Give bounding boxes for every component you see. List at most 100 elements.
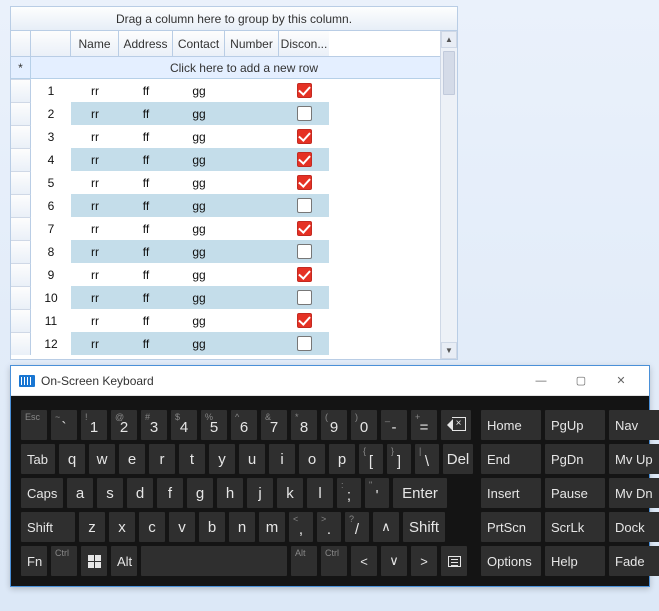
column-header-number[interactable]: Number (225, 31, 279, 56)
key-3[interactable]: #3 (141, 410, 167, 440)
address-cell[interactable]: ff (119, 171, 173, 194)
discon-checkbox[interactable] (297, 336, 312, 351)
address-cell[interactable]: ff (119, 217, 173, 240)
discon-checkbox[interactable] (297, 129, 312, 144)
address-cell[interactable]: ff (119, 194, 173, 217)
contact-cell[interactable]: gg (173, 309, 225, 332)
key-scrlk[interactable]: ScrLk (545, 512, 605, 542)
address-cell[interactable]: ff (119, 102, 173, 125)
osk-titlebar[interactable]: On-Screen Keyboard — ▢ ✕ (11, 366, 649, 396)
address-cell[interactable]: ff (119, 286, 173, 309)
key-pgdn[interactable]: PgDn (545, 444, 605, 474)
key-help[interactable]: Help (545, 546, 605, 576)
row-number-cell[interactable]: 6 (31, 194, 71, 217)
discon-cell[interactable] (279, 309, 329, 332)
number-cell[interactable] (225, 332, 279, 355)
row-number-cell[interactable]: 11 (31, 309, 71, 332)
key-esc[interactable]: Esc (21, 410, 47, 440)
key-4[interactable]: $4 (171, 410, 197, 440)
column-header-address[interactable]: Address (119, 31, 173, 56)
key-,[interactable]: <, (289, 512, 313, 542)
scroll-down-button[interactable]: ▼ (441, 342, 457, 359)
key-q[interactable]: q (59, 444, 85, 474)
key-`[interactable]: ~` (51, 410, 77, 440)
row-number-cell[interactable]: 10 (31, 286, 71, 309)
discon-checkbox[interactable] (297, 267, 312, 282)
table-row[interactable]: 8rrffgg (11, 240, 457, 263)
row-number-cell[interactable]: 8 (31, 240, 71, 263)
key-6[interactable]: ^6 (231, 410, 257, 440)
name-cell[interactable]: rr (71, 309, 119, 332)
column-header-discon[interactable]: Discon... (279, 31, 329, 56)
address-cell[interactable]: ff (119, 79, 173, 102)
key-m[interactable]: m (259, 512, 285, 542)
key-tab[interactable]: Tab (21, 444, 55, 474)
table-row[interactable]: 12rrffgg (11, 332, 457, 355)
table-row[interactable]: 2rrffgg (11, 102, 457, 125)
contact-cell[interactable]: gg (173, 217, 225, 240)
table-row[interactable]: 10rrffgg (11, 286, 457, 309)
key-end[interactable]: End (481, 444, 541, 474)
contact-cell[interactable]: gg (173, 125, 225, 148)
name-cell[interactable]: rr (71, 332, 119, 355)
name-cell[interactable]: rr (71, 286, 119, 309)
address-cell[interactable]: ff (119, 240, 173, 263)
contact-cell[interactable]: gg (173, 102, 225, 125)
key-c[interactable]: c (139, 512, 165, 542)
discon-cell[interactable] (279, 332, 329, 355)
key-\[interactable]: |\ (415, 444, 439, 474)
key-pgup[interactable]: PgUp (545, 410, 605, 440)
key-fn[interactable]: Fn (21, 546, 47, 576)
key-2[interactable]: @2 (111, 410, 137, 440)
key-enter[interactable]: Enter (393, 478, 447, 508)
key-p[interactable]: p (329, 444, 355, 474)
contact-cell[interactable]: gg (173, 286, 225, 309)
key-l[interactable]: l (307, 478, 333, 508)
discon-checkbox[interactable] (297, 83, 312, 98)
minimize-button[interactable]: — (521, 368, 561, 394)
key-alt-right[interactable]: Alt (291, 546, 317, 576)
contact-cell[interactable]: gg (173, 148, 225, 171)
discon-checkbox[interactable] (297, 313, 312, 328)
discon-cell[interactable] (279, 125, 329, 148)
contact-cell[interactable]: gg (173, 171, 225, 194)
row-number-cell[interactable]: 9 (31, 263, 71, 286)
key-win[interactable] (81, 546, 107, 576)
key-backspace[interactable] (441, 410, 471, 440)
key-5[interactable]: %5 (201, 410, 227, 440)
table-row[interactable]: 4rrffgg (11, 148, 457, 171)
key-ctrl-left[interactable]: Ctrl (51, 546, 77, 576)
discon-cell[interactable] (279, 240, 329, 263)
contact-cell[interactable]: gg (173, 240, 225, 263)
scroll-up-button[interactable]: ▲ (441, 31, 457, 48)
key-menu[interactable] (441, 546, 467, 576)
key-=[interactable]: += (411, 410, 437, 440)
discon-checkbox[interactable] (297, 290, 312, 305)
number-cell[interactable] (225, 286, 279, 309)
key-f[interactable]: f (157, 478, 183, 508)
address-cell[interactable]: ff (119, 148, 173, 171)
number-cell[interactable] (225, 217, 279, 240)
key-del[interactable]: Del (443, 444, 473, 474)
discon-checkbox[interactable] (297, 221, 312, 236)
key-mv-up[interactable]: Mv Up (609, 444, 659, 474)
contact-cell[interactable]: gg (173, 79, 225, 102)
key-r[interactable]: r (149, 444, 175, 474)
table-row[interactable]: 11rrffgg (11, 309, 457, 332)
key-x[interactable]: x (109, 512, 135, 542)
name-cell[interactable]: rr (71, 148, 119, 171)
key-w[interactable]: w (89, 444, 115, 474)
key-'[interactable]: "' (365, 478, 389, 508)
key-d[interactable]: d (127, 478, 153, 508)
key-arrow-left[interactable]: < (351, 546, 377, 576)
discon-cell[interactable] (279, 194, 329, 217)
key-arrow-up[interactable]: ∧ (373, 512, 399, 542)
discon-checkbox[interactable] (297, 152, 312, 167)
name-cell[interactable]: rr (71, 79, 119, 102)
contact-cell[interactable]: gg (173, 263, 225, 286)
key-options[interactable]: Options (481, 546, 541, 576)
group-by-bar[interactable]: Drag a column here to group by this colu… (11, 7, 457, 31)
discon-checkbox[interactable] (297, 198, 312, 213)
table-row[interactable]: 3rrffgg (11, 125, 457, 148)
key-home[interactable]: Home (481, 410, 541, 440)
